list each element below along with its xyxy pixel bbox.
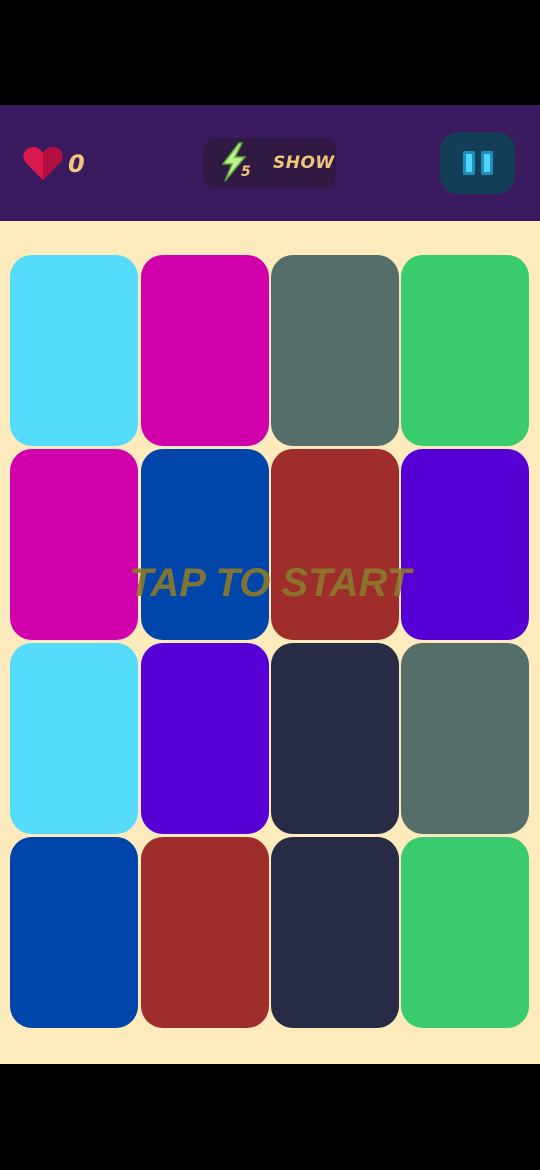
status-bar [0,0,540,105]
pause-icon-bar [480,151,493,175]
lives-count: 0 [68,150,85,178]
tile[interactable] [141,837,269,1028]
tile[interactable] [141,643,269,834]
powerup-icon-wrap: 5 [203,138,263,188]
pause-icon [462,151,475,175]
navigation-bar [0,1064,540,1170]
show-powerup-button[interactable]: 5 SHOW [203,138,336,188]
lives-counter: 0 [22,143,85,185]
tile[interactable] [401,643,529,834]
tile[interactable] [10,449,138,640]
tile[interactable] [401,449,529,640]
tap-to-start-text[interactable]: TAP TO START [0,561,540,606]
tile[interactable] [271,449,399,640]
pause-button[interactable] [440,132,515,194]
powerup-count: 5 [241,164,251,180]
top-bar: 0 5 SHOW [0,105,540,221]
tile[interactable] [271,255,399,446]
tile[interactable] [271,837,399,1028]
show-label: SHOW [273,153,335,173]
tile[interactable] [10,837,138,1028]
tile[interactable] [141,449,269,640]
tile[interactable] [271,643,399,834]
heart-icon [23,147,63,180]
tile[interactable] [141,255,269,446]
tile[interactable] [401,837,529,1028]
tile[interactable] [10,643,138,834]
tile[interactable] [10,255,138,446]
tile[interactable] [401,255,529,446]
game-board: TAP TO START [0,221,540,1064]
